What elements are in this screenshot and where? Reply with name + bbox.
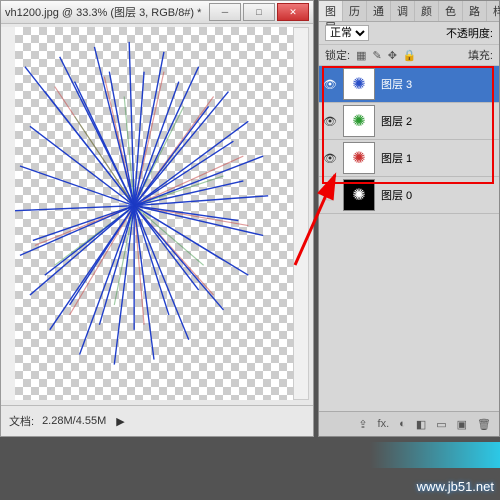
- blend-opacity-row: 正常 不透明度:: [319, 22, 499, 45]
- tab-adjust[interactable]: 调: [391, 1, 415, 21]
- layers-panel: 图层 历 通 调 颜 色 路 样 正常 不透明度: 锁定: ▦ ✎ ✥ 🔒 填充…: [318, 0, 500, 437]
- layer-name[interactable]: 图层 2: [381, 113, 495, 129]
- artwork-firework: [15, 27, 293, 394]
- titlebar[interactable]: vh1200.jpg @ 33.3% (图层 3, RGB/8#) * ─ □ …: [1, 1, 313, 24]
- panel-footer: ⇪ fx. ◐ ◧ ▭ ▣ 🗑: [319, 411, 499, 436]
- layer-name[interactable]: 图层 3: [381, 76, 495, 92]
- panel-tabs: 图层 历 通 调 颜 色 路 样: [319, 1, 499, 22]
- watermark: www.jb51.net: [417, 479, 494, 494]
- lock-pixels-icon[interactable]: ✎: [372, 49, 381, 62]
- fx-icon[interactable]: fx.: [378, 418, 390, 430]
- new-layer-icon[interactable]: ▣: [457, 418, 467, 431]
- status-bar: 文档: 2.28M/4.55M ▶: [1, 405, 313, 436]
- lock-transparency-icon[interactable]: ▦: [356, 49, 366, 62]
- adjustment-icon[interactable]: ◧: [416, 418, 426, 431]
- visibility-icon[interactable]: ▢: [323, 188, 337, 202]
- vertical-ruler: [1, 27, 16, 400]
- layer-thumbnail[interactable]: ✺: [343, 68, 375, 100]
- close-button[interactable]: ✕: [277, 3, 309, 21]
- layer-list: 👁 ✺ 图层 3 👁 ✺ 图层 2 👁 ✺ 图层 1 ▢ ✺ 图层 0: [319, 66, 499, 411]
- minimize-button[interactable]: ─: [209, 3, 241, 21]
- vertical-scrollbar[interactable]: [293, 27, 309, 400]
- status-value: 2.28M/4.55M: [42, 415, 106, 427]
- visibility-icon[interactable]: 👁: [323, 151, 337, 165]
- delete-icon[interactable]: 🗑: [477, 418, 491, 431]
- status-label: 文档:: [9, 413, 34, 429]
- lock-position-icon[interactable]: ✥: [388, 49, 397, 62]
- tab-channels[interactable]: 通: [367, 1, 391, 21]
- layer-thumbnail[interactable]: ✺: [343, 105, 375, 137]
- visibility-icon[interactable]: 👁: [323, 77, 337, 91]
- layer-row[interactable]: 👁 ✺ 图层 1: [319, 140, 499, 177]
- tab-paths[interactable]: 路: [463, 1, 487, 21]
- document-title: vh1200.jpg @ 33.3% (图层 3, RGB/8#) *: [5, 4, 209, 20]
- decorative-strip: [370, 442, 500, 468]
- lock-label: 锁定:: [325, 47, 350, 63]
- layer-thumbnail[interactable]: ✺: [343, 142, 375, 174]
- tab-color[interactable]: 颜: [415, 1, 439, 21]
- layer-name[interactable]: 图层 1: [381, 150, 495, 166]
- tab-styles[interactable]: 样: [487, 1, 500, 21]
- layer-thumbnail[interactable]: ✺: [343, 179, 375, 211]
- tab-swatch[interactable]: 色: [439, 1, 463, 21]
- visibility-icon[interactable]: 👁: [323, 114, 337, 128]
- fill-label: 填充:: [468, 47, 493, 63]
- lock-all-icon[interactable]: 🔒: [403, 49, 417, 62]
- tab-history[interactable]: 历: [343, 1, 367, 21]
- layer-name[interactable]: 图层 0: [381, 187, 495, 203]
- blend-mode-select[interactable]: 正常: [325, 25, 369, 41]
- lock-row: 锁定: ▦ ✎ ✥ 🔒 填充:: [319, 45, 499, 66]
- window-buttons: ─ □ ✕: [209, 3, 309, 21]
- link-layers-icon[interactable]: ⇪: [358, 418, 367, 431]
- document-window: vh1200.jpg @ 33.3% (图层 3, RGB/8#) * ─ □ …: [0, 0, 314, 437]
- layer-row[interactable]: ▢ ✺ 图层 0: [319, 177, 499, 214]
- canvas[interactable]: [15, 27, 293, 400]
- status-menu-icon[interactable]: ▶: [116, 415, 124, 428]
- maximize-button[interactable]: □: [243, 3, 275, 21]
- layer-row[interactable]: 👁 ✺ 图层 3: [319, 66, 499, 103]
- tab-layers[interactable]: 图层: [319, 1, 343, 21]
- opacity-label: 不透明度:: [446, 25, 493, 41]
- group-icon[interactable]: ▭: [436, 418, 446, 431]
- mask-icon[interactable]: ◐: [399, 418, 406, 430]
- layer-row[interactable]: 👁 ✺ 图层 2: [319, 103, 499, 140]
